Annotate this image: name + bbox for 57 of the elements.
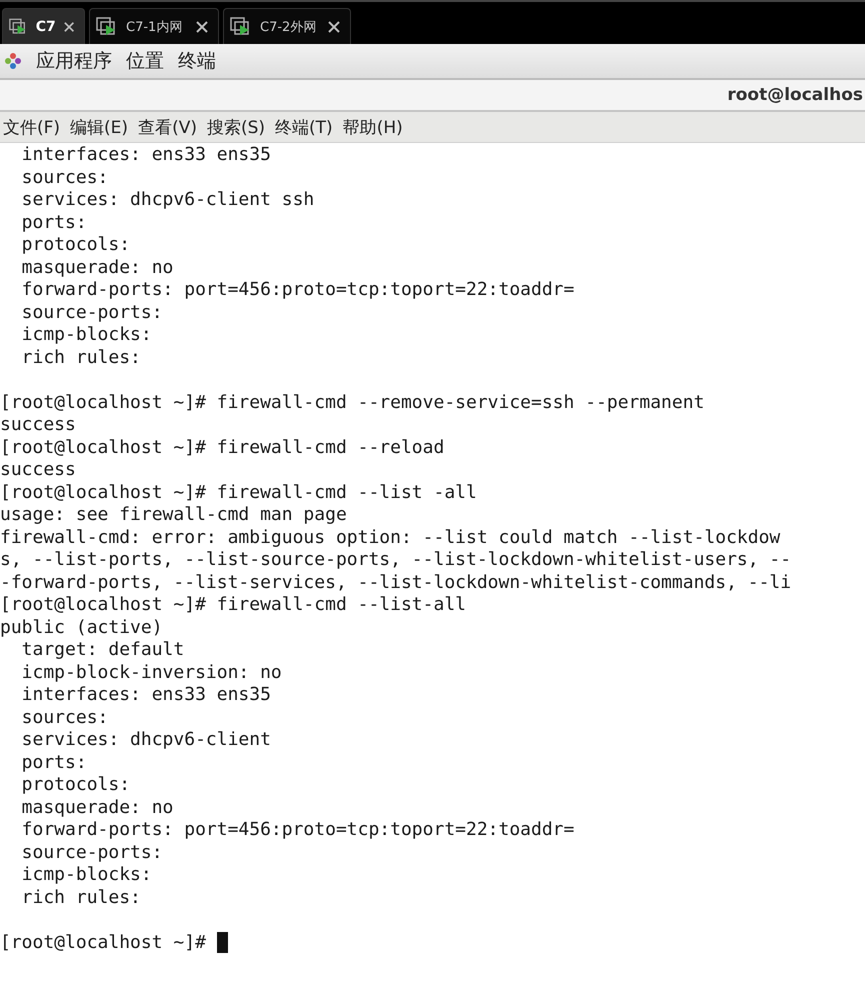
terminal-line: s, --list-ports, --list-source-ports, --list-lockdown-whitelist-users, -- [0, 549, 792, 572]
window-title: root@localhos [727, 85, 863, 105]
terminal-line: [root@localhost ~]# [0, 932, 207, 954]
terminal-line: services: dhcpv6-client ssh [20, 189, 314, 212]
terminal-line: interfaces: ens33 ens35 [20, 144, 271, 166]
menu-item[interactable]: 帮助(H) [342, 116, 403, 138]
terminal-line: masquerade: no [20, 796, 174, 819]
terminal-line: success [0, 459, 76, 482]
terminal-line: success [0, 414, 76, 436]
terminal-line: [root@localhost ~]# firewall-cmd --remove-service=ssh --permanent [0, 392, 704, 414]
terminal-line: usage: see firewall-cmd man page [0, 504, 347, 526]
terminal-line: target: default [20, 639, 184, 662]
terminal-line: -forward-ports, --list-services, --list-lockdown-whitelist-commands, --li [0, 572, 792, 594]
terminal-line: firewall-cmd: error: ambiguous option: --list could match --list-lockdow [0, 526, 780, 549]
terminal-line: interfaces: ens33 ens35 [20, 684, 271, 706]
terminal-line: rich rules: [20, 886, 141, 909]
menu-item[interactable]: 终端(T) [275, 116, 333, 138]
terminal-line: ports: [20, 752, 87, 774]
top-menu[interactable]: 应用程序 [36, 48, 112, 74]
terminal-line: icmp-blocks: [20, 324, 152, 346]
terminal-line: rich rules: [20, 346, 141, 369]
close-icon[interactable] [328, 20, 340, 32]
terminal-line: services: dhcpv6-client [20, 729, 271, 752]
terminal-line: source-ports: [20, 302, 163, 324]
menu-item[interactable]: 查看(V) [138, 116, 197, 138]
close-icon[interactable] [196, 20, 208, 32]
vm-icon [230, 16, 252, 36]
top-menu[interactable]: 位置 [126, 48, 164, 74]
tab[interactable]: C7-2外网 [223, 8, 351, 44]
terminal-line: [root@localhost ~]# firewall-cmd --reload [0, 436, 444, 459]
menu-item[interactable]: 搜索(S) [206, 116, 266, 138]
close-icon[interactable] [64, 20, 74, 32]
vm-icon [9, 16, 28, 36]
apps-icon[interactable] [4, 52, 22, 70]
tab-label: C7 [36, 18, 56, 34]
terminal-line: protocols: [20, 774, 130, 796]
terminal-line: forward-ports: port=456:proto=tcp:toport=22:toaddr= [20, 819, 574, 842]
terminal-line: icmp-block-inversion: no [20, 662, 282, 684]
terminal-line: [root@localhost ~]# firewall-cmd --list -all [0, 482, 477, 504]
terminal-line: sources: [20, 166, 108, 189]
terminal-line: sources: [20, 706, 108, 729]
terminal-line: forward-ports: port=456:proto=tcp:toport=22:toaddr= [20, 279, 574, 302]
vm-icon [96, 16, 118, 36]
tab[interactable]: C7 [2, 8, 85, 44]
terminal-line: public (active) [0, 616, 163, 639]
menu-item[interactable]: 编辑(E) [70, 116, 128, 138]
terminal-line: ports: [20, 212, 87, 234]
tab[interactable]: C7-1内网 [89, 8, 219, 44]
terminal-line: [root@localhost ~]# firewall-cmd --list-all [0, 594, 466, 616]
tab-label: C7-1内网 [126, 18, 184, 36]
top-menu[interactable]: 终端 [178, 48, 216, 74]
terminal-line: source-ports: [20, 842, 163, 864]
terminal-line: icmp-blocks: [20, 864, 152, 886]
terminal-line: masquerade: no [20, 256, 174, 279]
tab-label: C7-2外网 [260, 18, 318, 36]
menu-item[interactable]: 文件(F) [3, 116, 60, 138]
terminal-line: protocols: [20, 234, 130, 256]
